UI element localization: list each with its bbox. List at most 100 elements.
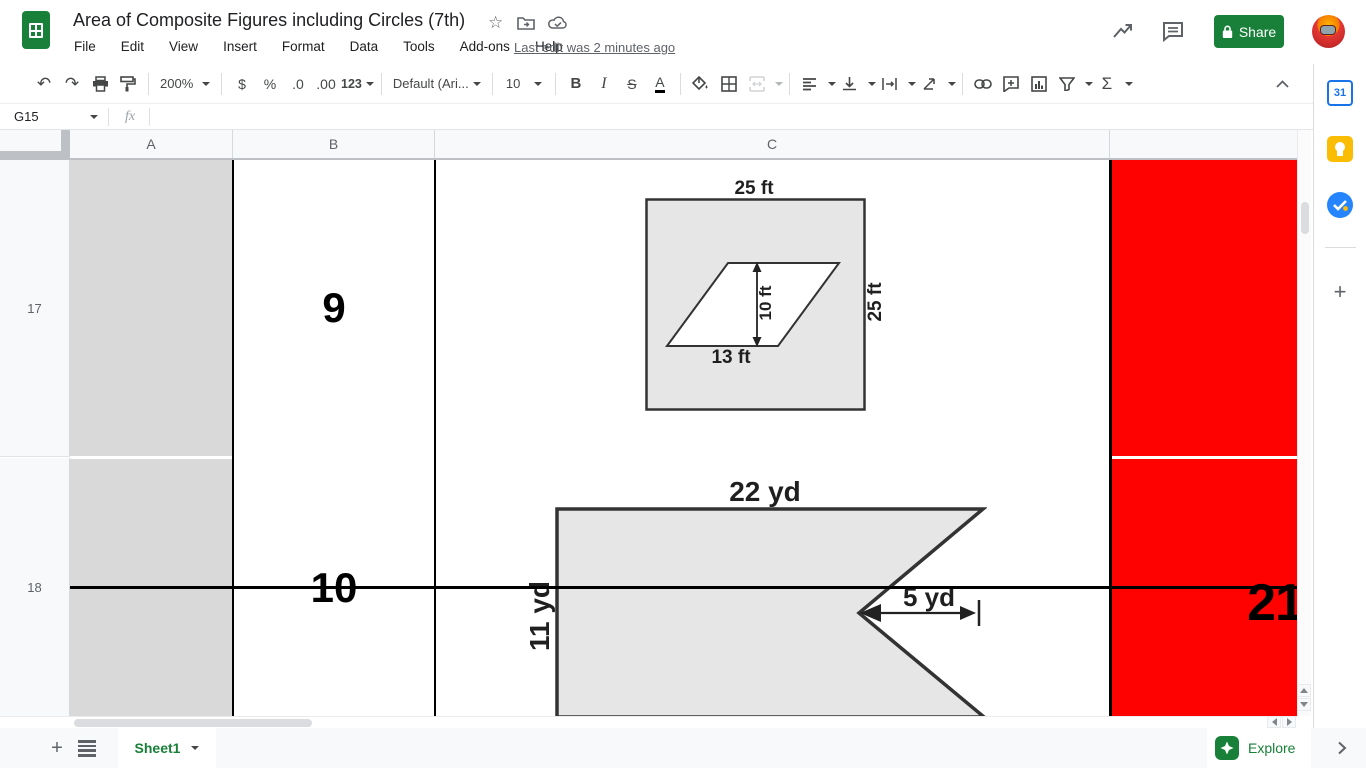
fig1-right-label: 25 ft	[865, 282, 886, 322]
print-button[interactable]	[87, 71, 113, 97]
bold-button[interactable]: B	[563, 71, 589, 97]
scroll-right-button[interactable]	[1282, 716, 1296, 728]
format-currency-button[interactable]: $	[229, 71, 255, 97]
border-a-b	[232, 160, 234, 716]
scroll-down-button[interactable]	[1297, 698, 1311, 711]
horizontal-scrollbar[interactable]	[0, 716, 1297, 728]
menu-edit[interactable]: Edit	[121, 39, 144, 59]
column-header-a[interactable]: A	[70, 130, 233, 158]
vertical-align-button[interactable]	[837, 71, 863, 97]
decrease-decimal-button[interactable]: .0	[285, 71, 311, 97]
number-format-label: 123	[341, 76, 362, 91]
insert-comment-button[interactable]	[998, 71, 1024, 97]
menu-view[interactable]: View	[169, 39, 198, 59]
row-header-17[interactable]: 17	[0, 160, 70, 457]
vertical-scrollbar-thumb[interactable]	[1300, 202, 1309, 234]
document-title[interactable]: Area of Composite Figures including Circ…	[73, 10, 465, 31]
last-edit-link[interactable]: Last edit was 2 minutes ago	[514, 40, 675, 55]
spreadsheet-grid[interactable]: A B C 17 18 9 10 21 25 ft 25 ft 10 ft 13…	[0, 130, 1297, 716]
tasks-icon[interactable]	[1327, 192, 1353, 218]
text-wrap-button[interactable]	[877, 71, 903, 97]
horizontal-align-button[interactable]	[797, 71, 823, 97]
sheets-logo-icon[interactable]	[22, 11, 50, 49]
cell-reference-box[interactable]: G15	[0, 109, 86, 124]
vertical-scrollbar[interactable]	[1297, 130, 1311, 716]
share-button[interactable]: Share	[1214, 15, 1284, 48]
menu-tools[interactable]: Tools	[403, 39, 435, 59]
undo-button[interactable]: ↶	[31, 71, 57, 97]
sheet-tab-label: Sheet1	[134, 740, 181, 756]
comment-history-icon[interactable]	[1160, 18, 1186, 49]
insights-icon[interactable]	[1110, 18, 1136, 49]
merge-cells-button[interactable]	[744, 71, 770, 97]
top-bar: Area of Composite Figures including Circ…	[0, 0, 1366, 64]
keep-icon[interactable]	[1327, 136, 1353, 162]
name-box-caret-icon[interactable]	[90, 114, 98, 119]
paint-format-button[interactable]	[115, 71, 141, 97]
calendar-icon[interactable]: 31	[1327, 80, 1353, 106]
show-side-panel-icon[interactable]	[1330, 736, 1354, 760]
scroll-up-button[interactable]	[1297, 684, 1311, 697]
google-sheets-app: Area of Composite Figures including Circ…	[0, 0, 1366, 768]
italic-button[interactable]: I	[591, 71, 617, 97]
select-all-corner[interactable]	[0, 130, 70, 160]
side-panel-divider	[1325, 247, 1356, 248]
cell-d18-value: 21	[1247, 574, 1297, 632]
explore-label: Explore	[1248, 740, 1296, 756]
sheet-tab-caret-icon	[191, 746, 200, 750]
fig2-top-label: 22 yd	[729, 476, 801, 507]
borders-button[interactable]	[716, 71, 742, 97]
insert-link-button[interactable]	[970, 71, 996, 97]
border-c-d	[1109, 160, 1112, 716]
border-b-c	[433, 160, 436, 716]
increase-decimal-button[interactable]: .00	[313, 71, 339, 97]
sheet-tab-sheet1[interactable]: Sheet1	[118, 728, 216, 768]
lock-icon	[1222, 25, 1233, 38]
fig1-top-label: 25 ft	[734, 178, 774, 199]
user-avatar[interactable]	[1312, 15, 1345, 48]
column-header-b[interactable]: B	[233, 130, 435, 158]
insert-chart-button[interactable]	[1026, 71, 1052, 97]
format-percent-button[interactable]: %	[257, 71, 283, 97]
zoom-value: 200%	[160, 76, 194, 91]
redo-button[interactable]: ↷	[59, 71, 85, 97]
side-panel: 31 +	[1313, 64, 1366, 728]
sheet-tab-bar: + Sheet1 Explore	[0, 728, 1366, 768]
create-filter-button[interactable]	[1054, 71, 1080, 97]
cell-d17[interactable]	[1110, 160, 1297, 456]
menu-format[interactable]: Format	[282, 39, 325, 59]
menu-data[interactable]: Data	[350, 39, 379, 59]
explore-button[interactable]: Explore	[1207, 728, 1311, 768]
number-format-button[interactable]: 123	[341, 71, 374, 97]
move-folder-icon[interactable]	[517, 15, 535, 35]
text-color-button[interactable]: A	[647, 71, 673, 97]
menu-insert[interactable]: Insert	[223, 39, 257, 59]
border-row-17-18	[70, 586, 1297, 589]
column-header-c[interactable]: C	[435, 130, 1110, 158]
cell-a17[interactable]	[70, 160, 233, 456]
collapse-toolbar-button[interactable]	[1269, 71, 1295, 97]
scroll-left-button[interactable]	[1267, 716, 1281, 728]
strikethrough-button[interactable]: S	[619, 71, 645, 97]
text-rotation-button[interactable]	[917, 71, 943, 97]
strikethrough-label: S	[627, 75, 637, 92]
zoom-selector[interactable]: 200%	[156, 71, 214, 97]
horizontal-scrollbar-thumb[interactable]	[74, 719, 312, 727]
menu-addons[interactable]: Add-ons	[460, 39, 510, 59]
column-header-d[interactable]	[1110, 130, 1297, 158]
all-sheets-button[interactable]	[78, 740, 96, 757]
cloud-status-icon[interactable]	[548, 15, 568, 35]
functions-button[interactable]: Σ	[1094, 71, 1120, 97]
share-label: Share	[1238, 23, 1277, 40]
font-size-selector[interactable]: 10	[500, 71, 548, 97]
row-header-18[interactable]: 18	[0, 458, 70, 716]
fig1-base-label: 13 ft	[711, 347, 751, 368]
fill-color-button[interactable]	[688, 71, 714, 97]
menu-file[interactable]: File	[74, 39, 96, 59]
cell-b17[interactable]: 9	[233, 160, 435, 456]
formula-input[interactable]	[150, 104, 1313, 129]
font-family-selector[interactable]: Default (Ari...	[389, 71, 485, 97]
star-icon[interactable]: ☆	[488, 13, 503, 33]
add-sheet-button[interactable]: +	[44, 735, 70, 761]
get-addons-button[interactable]: +	[1327, 279, 1353, 305]
